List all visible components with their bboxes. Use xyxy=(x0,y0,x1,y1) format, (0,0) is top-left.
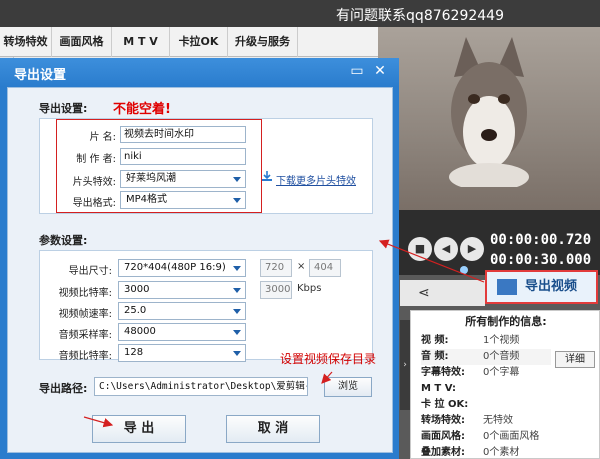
cancel-button[interactable]: 取 消 xyxy=(226,415,320,443)
audio-bitrate-value: 128 xyxy=(124,347,144,358)
export-icon xyxy=(497,279,517,295)
video-bitrate-value: 3000 xyxy=(124,284,150,295)
app-titlebar: 有问题联系qq876292449 xyxy=(0,0,600,27)
times-sign: × xyxy=(297,261,306,272)
next-icon[interactable]: ▶ xyxy=(460,237,484,261)
tab-mtv[interactable]: M T V xyxy=(112,27,170,57)
dog-image xyxy=(449,37,529,187)
audio-sample-label: 音频采样率: xyxy=(58,330,112,341)
dialog-body: 导出设置: 不能空着! 片 名: 视频去时间水印 制 作 者: niki 片头特… xyxy=(7,87,393,453)
intro-effect-select[interactable]: 好莱坞风潮 xyxy=(120,170,246,188)
intro-effect-value: 好莱坞风潮 xyxy=(126,173,176,184)
download-more-link[interactable]: 下载更多片头特效 xyxy=(276,172,356,187)
download-icon xyxy=(262,171,272,181)
toolbar-strip xyxy=(400,280,485,306)
size-value: 720*404(480P 16:9) xyxy=(124,262,226,273)
browse-button[interactable]: 浏览 xyxy=(324,377,372,397)
audio-bitrate-select[interactable]: 128 xyxy=(118,344,246,362)
video-bitrate-select[interactable]: 3000 xyxy=(118,281,246,299)
chevron-down-icon xyxy=(233,266,241,271)
video-bitrate-field: 3000 xyxy=(260,281,292,299)
info-title: 所有制作的信息: xyxy=(465,315,547,328)
info-row: 视 频: 1个视频 xyxy=(421,335,520,346)
title-input[interactable]: 视频去时间水印 xyxy=(120,126,246,143)
format-select[interactable]: MP4格式 xyxy=(120,191,246,209)
info-row: 卡 拉 OK: xyxy=(421,399,469,410)
progress-handle[interactable] xyxy=(460,266,468,274)
audio-sample-value: 48000 xyxy=(124,326,156,337)
tab-styles[interactable]: 画面风格 xyxy=(52,27,112,57)
tab-karaoke[interactable]: 卡拉OK xyxy=(170,27,228,57)
info-row: M T V: xyxy=(421,383,457,394)
author-label: 制 作 者: xyxy=(76,154,116,165)
frame-rate-label: 视频帧速率: xyxy=(58,309,112,320)
export-button[interactable]: 导 出 xyxy=(92,415,186,443)
dialog-title: 导出设置 xyxy=(14,68,67,83)
path-annotation: 设置视频保存目录 xyxy=(280,352,377,366)
path-input[interactable]: C:\Users\Administrator\Desktop\爱剪辑-我的视 xyxy=(94,377,308,396)
chevron-down-icon xyxy=(233,177,241,182)
share-icon[interactable]: ⋖ xyxy=(418,285,430,301)
export-video-label: 导出视频 xyxy=(525,279,578,294)
chevron-down-icon xyxy=(233,351,241,356)
format-value: MP4格式 xyxy=(126,194,168,205)
app-title: 有问题联系qq876292449 xyxy=(336,8,504,24)
audio-bitrate-label: 音频比特率: xyxy=(58,351,112,362)
prev-icon[interactable]: ◀ xyxy=(434,237,458,261)
export-section-label: 导出设置: xyxy=(39,102,88,115)
path-label: 导出路径: xyxy=(39,382,88,395)
audio-sample-select[interactable]: 48000 xyxy=(118,323,246,341)
dialog-titlebar[interactable]: 导出设置 ▭ ✕ xyxy=(0,58,399,87)
warning-text: 不能空着! xyxy=(113,102,171,117)
info-row: 转场特效: 无特效 xyxy=(421,415,513,426)
size-select[interactable]: 720*404(480P 16:9) xyxy=(118,259,246,277)
frame-rate-select[interactable]: 25.0 xyxy=(118,302,246,320)
minimize-icon[interactable]: ▭ xyxy=(347,62,367,81)
export-settings-dialog: 导出设置 ▭ ✕ 导出设置: 不能空着! 片 名: 视频去时间水印 制 作 者:… xyxy=(0,58,399,459)
bitrate-unit: Kbps xyxy=(297,283,322,294)
author-input[interactable]: niki xyxy=(120,148,246,165)
intro-effect-label: 片头特效: xyxy=(72,177,116,188)
stop-icon[interactable]: ■ xyxy=(408,237,432,261)
time-total: 00:00:30.000 xyxy=(490,252,592,268)
info-panel: 所有制作的信息: 视 频: 1个视频 音 频: 0个音频 详细 字幕特效: 0个字幕 … xyxy=(410,310,600,459)
video-bitrate-label: 视频比特率: xyxy=(58,288,112,299)
title-label: 片 名: xyxy=(89,132,116,143)
tab-transitions[interactable]: 转场特效 xyxy=(0,27,52,57)
collapse-arrow-icon[interactable]: › xyxy=(400,320,410,410)
info-row: 音 频: 0个音频 xyxy=(421,349,551,365)
info-row: 字幕特效: 0个字幕 xyxy=(421,367,520,378)
size-label: 导出尺寸: xyxy=(68,266,112,277)
close-icon[interactable]: ✕ xyxy=(370,62,390,81)
height-field: 404 xyxy=(309,259,341,277)
detail-button[interactable]: 详细 xyxy=(555,351,595,368)
time-current: 00:00:00.720 xyxy=(490,232,592,248)
format-label: 导出格式: xyxy=(72,198,116,209)
chevron-down-icon xyxy=(233,330,241,335)
info-row: 叠加素材: 0个素材 xyxy=(421,447,520,458)
tab-upgrade[interactable]: 升级与服务 xyxy=(228,27,298,57)
video-preview xyxy=(378,27,600,210)
width-field: 720 xyxy=(260,259,292,277)
frame-rate-value: 25.0 xyxy=(124,305,147,316)
chevron-down-icon xyxy=(233,309,241,314)
app-tab-bar: 转场特效 画面风格 M T V 卡拉OK 升级与服务 xyxy=(0,27,378,57)
chevron-down-icon xyxy=(233,288,241,293)
info-row: 画面风格: 0个画面风格 xyxy=(421,431,540,442)
export-video-button[interactable]: 导出视频 xyxy=(485,270,598,304)
params-section-label: 参数设置: xyxy=(39,234,88,247)
chevron-down-icon xyxy=(233,198,241,203)
